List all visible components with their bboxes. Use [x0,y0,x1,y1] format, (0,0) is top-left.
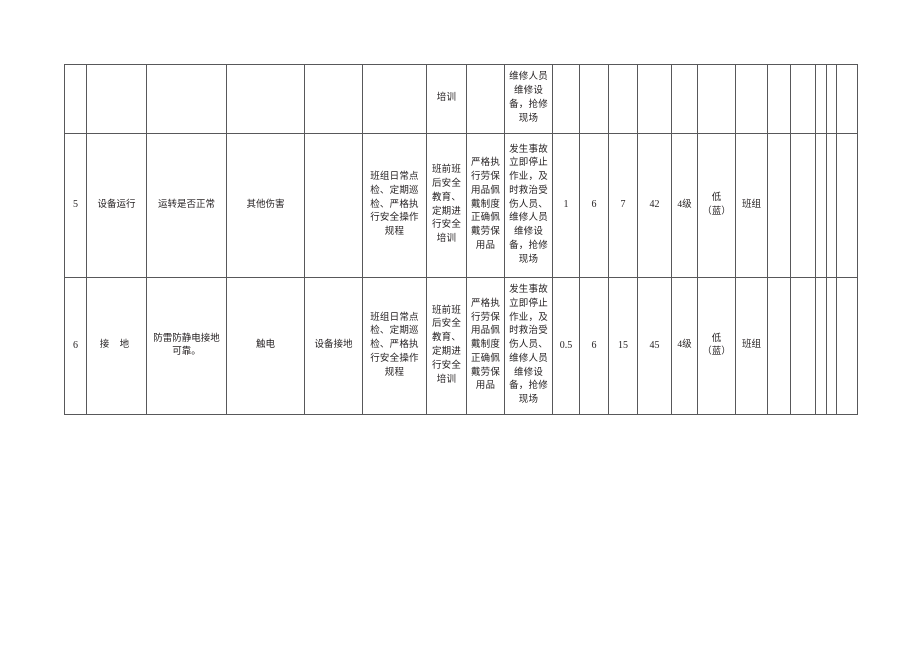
cell-hazard-desc [304,64,363,134]
cell-extra1 [767,133,791,278]
cell-responsible [735,64,768,134]
cell-no: 5 [64,133,87,278]
cell-extra2 [790,277,816,415]
cell-extra5 [836,64,858,134]
cell-hazard-desc [304,133,363,278]
cell-extra2 [790,133,816,278]
cell-control-engineering [362,64,427,134]
cell-extra3 [815,64,827,134]
cell-control-engineering: 班组日常点检、定期巡检、严格执行安全操作规程 [362,133,427,278]
cell-extra5 [836,277,858,415]
cell-responsible: 班组 [735,133,768,278]
cell-activity [86,64,147,134]
cell-control-training: 培训 [426,64,467,134]
cell-control-ppe: 严格执行劳保用品佩戴制度正确佩戴劳保用品 [466,133,505,278]
table-row: 培训 维修人员维修设备，抢修现场 [64,64,858,134]
cell-control-ppe: 严格执行劳保用品佩戴制度正确佩戴劳保用品 [466,277,505,415]
cell-extra4 [826,277,837,415]
cell-e: 6 [579,277,609,415]
cell-hazard-type: 其他伤害 [226,133,305,278]
table-row: 5 设备运行 运转是否正常 其他伤害 班组日常点检、定期巡检、严格执行安全操作规… [64,133,858,278]
cell-extra1 [767,64,791,134]
cell-extra1 [767,277,791,415]
cell-e: 6 [579,133,609,278]
cell-activity: 设备运行 [86,133,147,278]
cell-condition [146,64,227,134]
cell-no: 6 [64,277,87,415]
cell-risk-color [697,64,736,134]
risk-table-container: 培训 维修人员维修设备，抢修现场 5 设备运行 运转是否正常 其他伤害 班组日常… [64,64,858,415]
cell-control-emergency: 发生事故立即停止作业，及时救治受伤人员、维修人员维修设备，抢修现场 [504,133,553,278]
cell-c: 7 [608,133,638,278]
cell-c [608,64,638,134]
page-canvas: 培训 维修人员维修设备，抢修现场 5 设备运行 运转是否正常 其他伤害 班组日常… [0,0,920,651]
cell-d: 42 [637,133,672,278]
cell-e [579,64,609,134]
cell-activity: 接 地 [86,277,147,415]
cell-condition: 防雷防静电接地可靠。 [146,277,227,415]
cell-responsible: 班组 [735,277,768,415]
cell-extra3 [815,133,827,278]
cell-hazard-desc: 设备接地 [304,277,363,415]
cell-l: 0.5 [552,277,580,415]
cell-control-engineering: 班组日常点检、定期巡检、严格执行安全操作规程 [362,277,427,415]
cell-hazard-type: 触电 [226,277,305,415]
cell-control-training: 班前班后安全教育、定期进行安全培训 [426,277,467,415]
cell-control-emergency: 发生事故立即停止作业，及时救治受伤人员、维修人员维修设备，抢修现场 [504,277,553,415]
cell-c: 15 [608,277,638,415]
cell-extra4 [826,64,837,134]
cell-condition: 运转是否正常 [146,133,227,278]
cell-risk-level [671,64,698,134]
cell-extra3 [815,277,827,415]
cell-control-ppe [466,64,505,134]
cell-hazard-type [226,64,305,134]
risk-assessment-table: 培训 维修人员维修设备，抢修现场 5 设备运行 运转是否正常 其他伤害 班组日常… [64,64,858,415]
table-row: 6 接 地 防雷防静电接地可靠。 触电 设备接地 班组日常点检、定期巡检、严格执… [64,277,858,415]
cell-control-emergency: 维修人员维修设备，抢修现场 [504,64,553,134]
cell-control-training: 班前班后安全教育、定期进行安全培训 [426,133,467,278]
cell-risk-level: 4级 [671,133,698,278]
cell-extra4 [826,133,837,278]
cell-l: 1 [552,133,580,278]
cell-risk-color: 低（蓝） [697,133,736,278]
cell-risk-color: 低（蓝） [697,277,736,415]
cell-extra2 [790,64,816,134]
cell-d [637,64,672,134]
cell-l [552,64,580,134]
cell-d: 45 [637,277,672,415]
cell-risk-level: 4级 [671,277,698,415]
cell-no [64,64,87,134]
cell-extra5 [836,133,858,278]
